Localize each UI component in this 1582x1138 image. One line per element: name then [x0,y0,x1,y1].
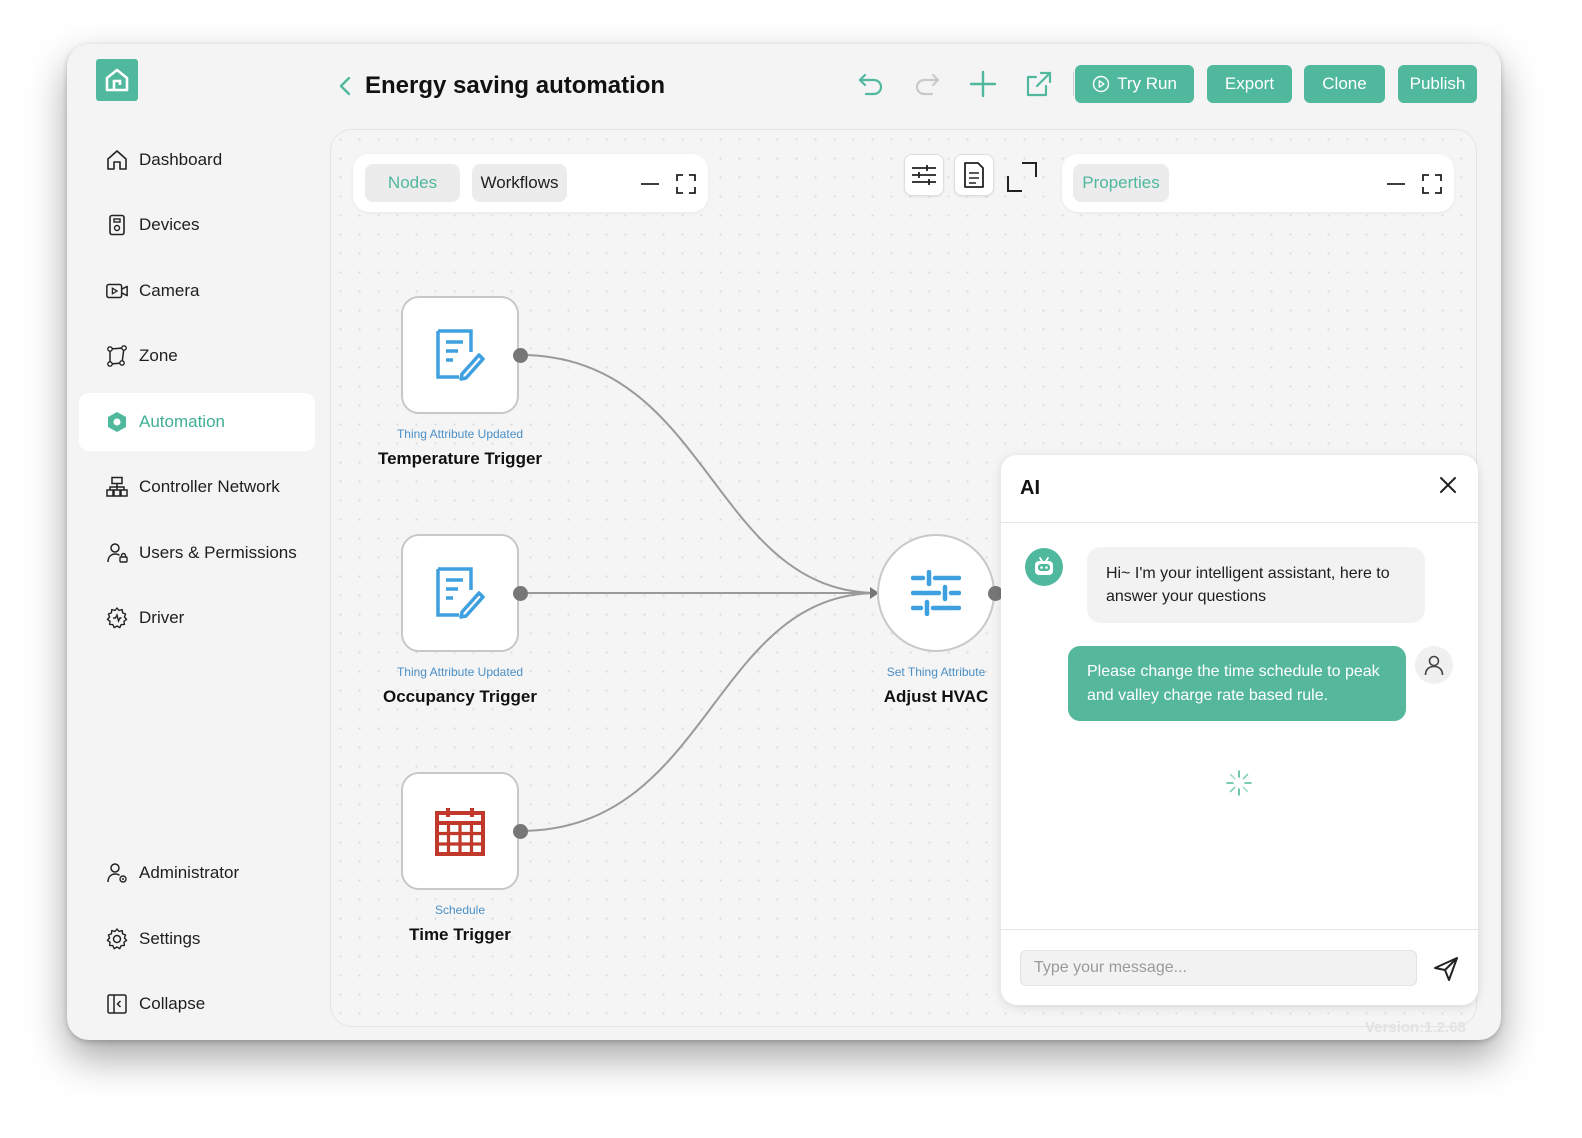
driver-icon [105,606,129,630]
output-port[interactable] [513,824,528,839]
automation-icon [105,410,129,434]
version-label: Version:1.2.68 [1365,1019,1466,1036]
user-avatar-icon [1415,646,1453,684]
sidebar-item-driver[interactable]: Driver [79,589,315,647]
sidebar-item-label: Settings [139,929,201,948]
sidebar-item-collapse[interactable]: Collapse [79,975,315,1033]
sidebar-item-automation[interactable]: Automation [79,393,315,451]
sidebar-item-label: Devices [139,215,200,234]
sidebar: Dashboard Devices Camera Zone Automation… [67,44,329,1040]
try-run-label: Try Run [1117,74,1177,93]
node-title: Time Trigger [409,925,511,944]
gear-icon [105,927,129,951]
sidebar-item-label: Dashboard [139,150,223,169]
sidebar-item-label: Driver [139,608,185,627]
export-button[interactable]: Export [1207,65,1292,103]
node-title: Temperature Trigger [377,449,543,468]
sidebar-item-label: Camera [139,281,200,300]
play-icon [1092,75,1110,93]
publish-label: Publish [1409,74,1466,93]
node-type-label: Thing Attribute Updated [396,427,524,441]
export-label: Export [1224,74,1275,93]
app-logo[interactable] [96,59,138,101]
send-icon[interactable] [1431,954,1461,984]
ai-chat-footer [1001,929,1478,1005]
page-title-text: Energy saving automation [365,72,666,99]
ai-chat-title: AI [1020,477,1040,499]
edge-temperature-to-hvac [519,354,879,594]
toolbar-divider [1073,72,1074,96]
collapse-icon [105,992,129,1016]
camera-icon [105,279,129,303]
edit-document-icon [436,567,485,619]
close-icon[interactable] [1436,473,1460,497]
add-icon[interactable] [955,64,1011,104]
edit-document-icon [436,329,485,381]
sidebar-item-controller-network[interactable]: Controller Network [79,458,315,516]
sidebar-item-dashboard[interactable]: Dashboard [79,131,315,189]
zone-icon [105,344,129,368]
home-icon [105,148,129,172]
sidebar-item-administrator[interactable]: Administrator [79,844,315,902]
sidebar-item-label: Automation [139,412,225,431]
users-icon [105,541,129,565]
sidebar-item-camera[interactable]: Camera [79,262,315,320]
sidebar-item-label: Collapse [139,994,206,1013]
sidebar-item-label: Administrator [139,863,240,882]
calendar-icon [435,808,485,856]
try-run-button[interactable]: Try Run [1075,65,1194,103]
sidebar-item-devices[interactable]: Devices [79,196,315,254]
toolbar-icons [843,64,1084,104]
network-icon [105,475,129,499]
node-type-label: Thing Attribute Updated [396,665,524,679]
sliders-icon [911,570,961,616]
bot-avatar-icon [1025,548,1063,586]
user-message: Please change the time schedule to peak … [1068,646,1406,721]
assistant-message: Hi~ I'm your intelligent assistant, here… [1087,547,1425,623]
export-arrow-icon[interactable] [1011,64,1067,104]
admin-icon [105,861,129,885]
sidebar-item-settings[interactable]: Settings [79,910,315,968]
sidebar-item-label: Users & Permissions [139,543,297,562]
logo-icon [105,68,129,92]
output-port[interactable] [513,348,528,363]
node-type-label: Schedule [434,903,486,917]
node-title: Occupancy Trigger [383,687,537,706]
clone-button[interactable]: Clone [1304,65,1385,103]
output-port[interactable] [513,586,528,601]
node-occupancy-trigger[interactable] [401,534,519,652]
node-adjust-hvac[interactable] [877,534,995,652]
ai-chat-header: AI [1001,455,1478,523]
sidebar-item-users-permissions[interactable]: Users & Permissions [79,524,315,582]
node-temperature-trigger[interactable] [401,296,519,414]
publish-button[interactable]: Publish [1398,65,1477,103]
node-time-trigger[interactable] [401,772,519,890]
device-icon [105,213,129,237]
back-chevron-icon[interactable] [337,74,353,98]
app-window: Dashboard Devices Camera Zone Automation… [67,44,1501,1040]
loading-spinner-icon [1226,770,1252,796]
ai-chat-panel: AI Hi~ I'm your intelligent assistant, h… [1001,455,1478,1005]
clone-label: Clone [1322,74,1367,93]
redo-icon[interactable] [899,64,955,104]
message-input[interactable] [1020,950,1417,986]
page-title: Energy saving automation [337,66,665,106]
sidebar-item-label: Zone [139,346,178,365]
sidebar-item-label: Controller Network [139,477,280,496]
undo-icon[interactable] [843,64,899,104]
sidebar-item-zone[interactable]: Zone [79,327,315,385]
edge-time-to-hvac [519,592,879,832]
